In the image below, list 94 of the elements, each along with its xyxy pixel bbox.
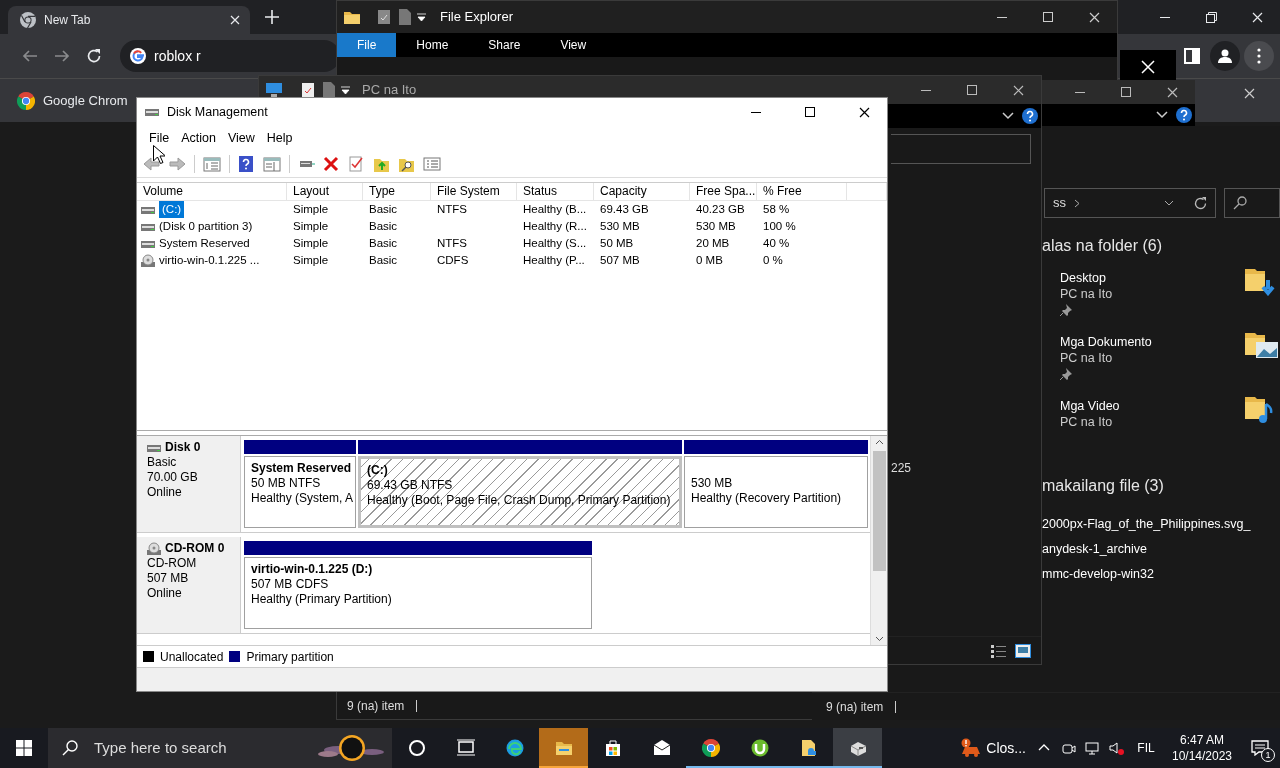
partition-size: 507 MB CDFS xyxy=(251,577,329,592)
disk-name: CD-ROM 0 xyxy=(165,541,225,556)
table-cell: Basic xyxy=(369,237,398,249)
folder-location: PC na Ito xyxy=(1060,286,1113,302)
table-cell: Simple xyxy=(293,220,329,232)
table-cell: 69.43 GB xyxy=(600,203,649,215)
browser-tab[interactable]: New Tab xyxy=(8,6,250,34)
clock-button[interactable]: 6:47 AM 10/14/2023 xyxy=(1164,728,1240,768)
legend-label: Primary partition xyxy=(246,648,334,666)
window-title: Disk Management xyxy=(167,103,269,121)
table-cell: 58 % xyxy=(763,203,790,215)
partition-size: 530 MB xyxy=(691,476,733,491)
table-cell: Basic xyxy=(369,254,398,266)
table-cell: 40.23 GB xyxy=(696,203,745,215)
notification-button[interactable]: Clos... xyxy=(954,728,1032,768)
table-cell: Healthy (S... xyxy=(523,237,587,249)
drive-label[interactable]: 225 xyxy=(891,459,912,477)
disk-info: Online xyxy=(147,586,183,601)
folder-name[interactable]: Desktop xyxy=(1060,270,1106,286)
partition-label: (C:) xyxy=(367,463,388,478)
partition-size: 69.43 GB NTFS xyxy=(367,478,453,493)
table-cell: NTFS xyxy=(437,203,468,215)
table-cell: Healthy (P... xyxy=(523,254,585,266)
language-button[interactable]: FIL xyxy=(1128,728,1164,768)
section-heading: makailang file (3) xyxy=(1042,476,1165,496)
disk-info: CD-ROM xyxy=(147,556,198,571)
table-cell: Simple xyxy=(293,203,329,215)
legend-label: Unallocated xyxy=(160,648,224,666)
window-title: PC na Ito xyxy=(362,81,418,100)
notification-count: 1 xyxy=(1261,748,1275,762)
ribbon-tab[interactable]: Share xyxy=(468,33,541,57)
partition-block[interactable]: virtio-win-0.1.225 (D:) 507 MB CDFS Healthy (Primary Partition) xyxy=(244,557,592,629)
file-name[interactable]: mmc-develop-win32 xyxy=(1042,562,1154,587)
table-cell: Basic xyxy=(369,220,398,232)
partition-label: System Reserved xyxy=(251,461,352,476)
table-cell[interactable]: System Reserved xyxy=(159,235,250,252)
table-cell: Healthy (B... xyxy=(523,203,587,215)
menu-item[interactable]: File xyxy=(143,128,176,148)
folder-name[interactable]: Mga Video xyxy=(1060,398,1120,414)
partition-label: virtio-win-0.1.225 (D:) xyxy=(251,562,373,577)
disk-info: 507 MB xyxy=(147,571,190,586)
disk-info: Online xyxy=(147,485,183,500)
table-cell: 0 % xyxy=(763,254,783,266)
ribbon-tab[interactable]: Home xyxy=(396,33,469,57)
status-text: 9 (na) item xyxy=(347,697,405,715)
table-cell: 530 MB xyxy=(696,220,736,232)
section-heading: alas na folder (6) xyxy=(1042,236,1164,256)
menu-item[interactable]: Action xyxy=(175,128,222,148)
table-cell: 50 MB xyxy=(600,237,634,249)
folder-name[interactable]: Mga Dokumento xyxy=(1060,334,1152,350)
infobar-text: Google Chrom xyxy=(43,91,128,110)
address-bar[interactable]: ss xyxy=(1044,188,1216,218)
partition-block[interactable]: 530 MB Healthy (Recovery Partition) xyxy=(684,456,868,528)
table-cell: 40 % xyxy=(763,237,790,249)
folder-location: PC na Ito xyxy=(1060,414,1113,430)
partition-status: Healthy (Boot, Page File, Crash Dump, Primary Partition) xyxy=(367,493,671,508)
search-field[interactable]: Type here to search xyxy=(48,728,392,768)
partition-block[interactable]: System Reserved 50 MB NTFS Healthy (System, A xyxy=(244,456,356,528)
table-cell: 100 % xyxy=(763,220,796,232)
table-cell[interactable]: (C:) xyxy=(159,201,185,218)
table-cell: Simple xyxy=(293,237,329,249)
file-name[interactable]: 2000px-Flag_of_the_Philippines.svg_ xyxy=(1042,512,1251,537)
table-cell[interactable]: (Disk 0 partition 3) xyxy=(159,218,253,235)
tab-title: New Tab xyxy=(44,12,92,29)
table-cell: Basic xyxy=(369,203,398,215)
table-cell: 0 MB xyxy=(696,254,723,266)
address-text: roblox r xyxy=(154,46,201,66)
menu-item[interactable]: View xyxy=(221,128,261,148)
table-cell: 20 MB xyxy=(696,237,730,249)
file-name[interactable]: anydesk-1_archive xyxy=(1042,537,1147,562)
table-cell: CDFS xyxy=(437,254,469,266)
action-center-button[interactable]: 1 xyxy=(1240,728,1280,768)
menu-item[interactable]: Help xyxy=(260,128,299,148)
table-cell: Healthy (R... xyxy=(523,220,587,232)
partition-status: Healthy (System, A xyxy=(251,491,354,506)
partition-block[interactable]: (C:) 69.43 GB NTFS Healthy (Boot, Page File, Crash Dump, Primary Partition) xyxy=(358,456,682,528)
window-title: File Explorer xyxy=(440,8,514,27)
search-placeholder: Type here to search xyxy=(94,737,228,758)
partition-status: Healthy (Primary Partition) xyxy=(251,592,392,607)
table-cell: NTFS xyxy=(437,237,468,249)
folder-location: PC na Ito xyxy=(1060,350,1113,366)
table-cell[interactable]: virtio-win-0.1.225 ... xyxy=(159,252,260,269)
disk-info: Basic xyxy=(147,455,178,470)
ribbon-tab[interactable]: View xyxy=(540,33,607,57)
address-text: ss xyxy=(1053,194,1066,213)
disk-info: 70.00 GB xyxy=(147,470,199,485)
table-cell: 530 MB xyxy=(600,220,640,232)
ribbon-tab[interactable]: File xyxy=(337,33,397,57)
table-cell: 507 MB xyxy=(600,254,640,266)
status-text: 9 (na) item xyxy=(826,698,884,716)
partition-status: Healthy (Recovery Partition) xyxy=(691,491,842,506)
disk-name: Disk 0 xyxy=(165,440,201,455)
partition-size: 50 MB NTFS xyxy=(251,476,321,491)
table-cell: Simple xyxy=(293,254,329,266)
